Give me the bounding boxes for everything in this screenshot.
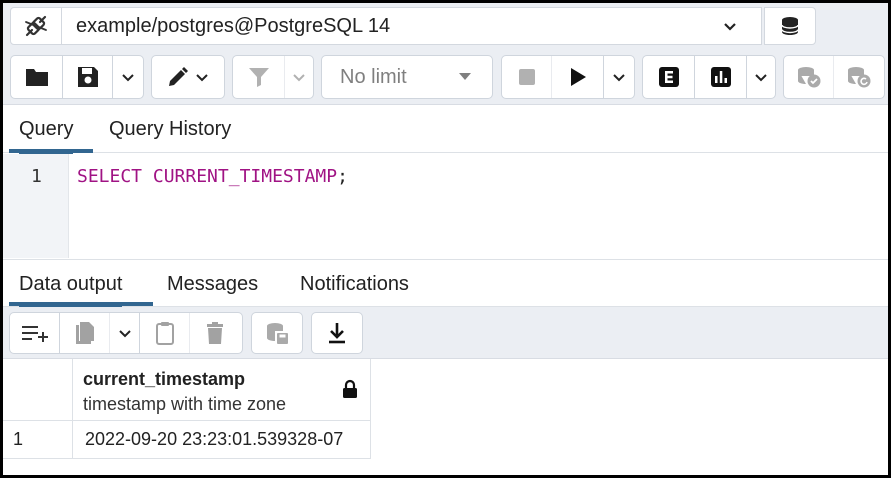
connection-label: example/postgres@PostgreSQL 14 [76,14,391,37]
column-name: current_timestamp [83,369,246,389]
chevron-down-icon [122,74,134,82]
add-row-button[interactable] [10,313,60,353]
line-number: 1 [31,166,42,187]
add-row-icon [21,326,48,342]
connection-bar: example/postgres@PostgreSQL 14 [3,3,888,49]
lock-icon [343,379,357,398]
row-limit-select[interactable]: No limit [321,55,493,99]
tab-data-output-label: Data output [19,272,123,295]
save-data-button[interactable] [252,313,302,353]
copy-options-dropdown[interactable] [110,313,140,353]
delete-button[interactable] [190,313,240,353]
download-icon [329,323,345,344]
open-file-button[interactable] [11,56,63,98]
sql-keyword: CURRENT_TIMESTAMP [152,166,338,187]
copy-button[interactable] [60,313,110,353]
row-number[interactable]: 1 [3,421,73,459]
chevron-down-icon [293,74,305,82]
file-button-group [10,55,144,99]
tab-query-label: Query [19,117,74,140]
commit-button[interactable] [784,56,834,98]
tab-data-output[interactable]: Data output [19,260,123,309]
query-tool-window: example/postgres@PostgreSQL 14 No limit … [0,0,891,478]
database-icon [781,17,799,35]
explain-options-dropdown[interactable] [747,56,775,98]
tab-notifications[interactable]: Notifications [300,260,409,308]
tab-messages[interactable]: Messages [167,260,258,308]
filter-dropdown[interactable] [285,56,313,98]
result-toolbar [3,307,888,359]
column-type: timestamp with time zone [83,394,287,414]
tab-query[interactable]: Query [19,105,74,154]
delete-icon [207,322,223,344]
active-tab-indicator [9,149,93,153]
stop-icon [518,69,535,85]
save-icon [77,67,98,87]
explain-analyze-icon [710,67,731,87]
download-group [311,312,363,354]
copy-icon [75,322,94,344]
database-menu-button[interactable] [764,7,816,45]
explain-button[interactable] [643,56,695,98]
explain-button-group [642,55,776,99]
save-options-dropdown[interactable] [113,56,143,98]
paste-icon [155,322,174,345]
execute-button-group [501,55,635,99]
play-icon [570,68,586,86]
row-edit-button-group [9,312,243,354]
tab-query-history[interactable]: Query History [109,105,231,153]
transaction-button-group [783,55,885,99]
sql-keyword: SELECT [77,166,143,187]
result-tabs: Data output Messages Notifications [3,259,888,309]
data-grid: current_timestamp timestamp with time zo… [3,359,888,475]
query-toolbar: No limit [3,49,888,105]
explain-analyze-button[interactable] [695,56,747,98]
tab-notifications-label: Notifications [300,272,409,295]
chevron-down-icon [613,74,625,82]
table-cell[interactable]: 2022-09-20 23:23:01.539328-07 [73,421,371,459]
paste-button[interactable] [140,313,190,353]
grid-corner[interactable] [3,359,73,421]
sql-punctuation: ; [337,166,348,187]
edit-menu-button[interactable] [152,56,224,98]
sql-code-line[interactable]: SELECT CURRENT_TIMESTAMP; [77,166,348,187]
column-header[interactable]: current_timestamp timestamp with time zo… [73,359,371,421]
filter-icon [248,68,269,87]
connection-select[interactable]: example/postgres@PostgreSQL 14 [62,7,762,45]
pen-icon [169,67,188,86]
row-limit-value: No limit [340,65,407,88]
stop-button[interactable] [502,56,552,98]
chevron-down-icon [724,23,736,31]
connection-status-button[interactable] [10,7,62,45]
chevron-down-icon [755,74,767,82]
chevron-down-icon [196,74,208,82]
sql-editor[interactable]: 1 SELECT CURRENT_TIMESTAMP; [3,154,888,258]
chevron-down-icon [118,330,131,338]
execute-button[interactable] [552,56,604,98]
query-tabs: Query Query History [3,105,888,154]
download-button[interactable] [312,313,362,353]
save-data-icon [267,323,288,344]
explain-icon [658,67,679,87]
line-gutter: 1 [3,154,69,258]
folder-icon [25,69,48,86]
sql-space [142,166,153,187]
plug-disconnected-icon [25,15,47,37]
filter-button-group [232,55,314,99]
save-data-group [251,312,303,354]
caret-down-icon [459,73,471,80]
rollback-button[interactable] [834,56,884,98]
tab-messages-label: Messages [167,272,259,295]
commit-icon [797,67,820,88]
active-result-tab-indicator [9,302,153,306]
edit-button-group [151,55,225,99]
tab-query-history-label: Query History [109,117,232,140]
filter-button[interactable] [233,56,285,98]
save-file-button[interactable] [63,56,113,98]
rollback-icon [848,67,871,88]
execute-options-dropdown[interactable] [604,56,634,98]
